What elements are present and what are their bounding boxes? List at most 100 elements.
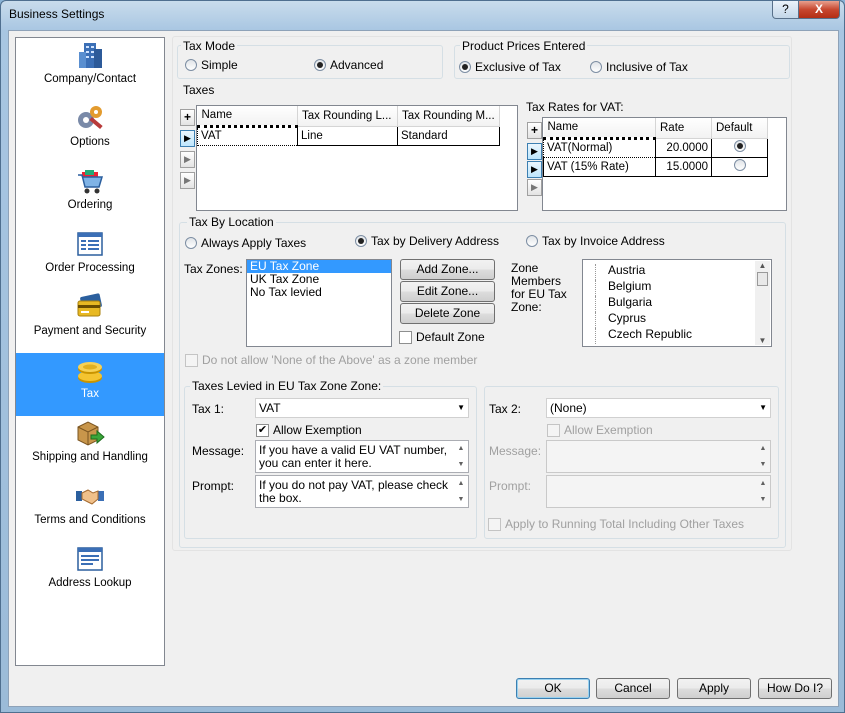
box-arrow-icon (77, 421, 105, 446)
sidebar-item-tax[interactable]: Tax (16, 353, 164, 416)
list-item[interactable]: Bulgaria (595, 296, 771, 312)
scroll-down-icon[interactable]: ▼ (755, 336, 770, 345)
sidebar-item-company-contact[interactable]: Company/Contact (16, 38, 164, 101)
sidebar-item-address-lookup[interactable]: Address Lookup (16, 542, 164, 605)
sidebar-item-payment-security[interactable]: Payment and Security (16, 290, 164, 353)
add-zone-button[interactable]: Add Zone... (400, 259, 495, 280)
message2-label: Message: (489, 444, 542, 458)
tax2-select[interactable]: (None) ▼ (546, 398, 771, 418)
table-row[interactable]: VAT (15% Rate) 15.0000 (543, 157, 768, 177)
scroll-down-icon[interactable]: ▼ (760, 458, 767, 471)
scroll-up-icon[interactable]: ▲ (760, 442, 767, 455)
list-item[interactable]: Belgium (595, 280, 771, 296)
add-tax-button[interactable]: + (180, 109, 195, 126)
scroll-up-icon[interactable]: ▲ (458, 477, 465, 490)
always-apply-radio[interactable]: Always Apply Taxes (185, 236, 306, 250)
scroll-up-icon[interactable]: ▲ (458, 442, 465, 455)
default-zone-label: Default Zone (416, 330, 485, 344)
col-header-rate-name[interactable]: Name (543, 118, 656, 139)
list-item[interactable]: Cyprus (595, 312, 771, 328)
memo-scrollbar[interactable]: ▲ ▼ (757, 442, 769, 471)
tax-last-icon[interactable]: ▶ (180, 172, 195, 189)
radio-indicator (526, 235, 538, 247)
zone-members-scrollbar[interactable]: ▲ ▼ (755, 261, 770, 345)
none-of-above-checkbox[interactable]: Do not allow 'None of the Above' as a zo… (185, 353, 477, 367)
tax-row-current-icon[interactable]: ▶ (180, 130, 195, 147)
sidebar-item-label: Shipping and Handling (32, 451, 148, 463)
help-button[interactable]: ? (772, 1, 799, 19)
invoice-address-radio[interactable]: Tax by Invoice Address (526, 234, 665, 248)
rate-name-cell[interactable]: VAT (15% Rate) (543, 157, 656, 177)
edit-zone-button[interactable]: Edit Zone... (400, 281, 495, 302)
zone-members-list[interactable]: Austria Belgium Bulgaria Cyprus Czech Re… (582, 259, 772, 347)
prompt-textarea[interactable]: If you do not pay VAT, please check the … (255, 475, 469, 508)
message2-textarea[interactable]: ▲ ▼ (546, 440, 771, 473)
memo-scrollbar[interactable]: ▲ ▼ (757, 477, 769, 506)
radio-indicator (185, 59, 197, 71)
handshake-icon (76, 489, 104, 505)
title-bar: Business Settings ? X (1, 1, 844, 29)
tax-zones-list[interactable]: EU Tax Zone UK Tax Zone No Tax levied (246, 259, 392, 347)
rate-row-current-icon[interactable]: ▶ (527, 143, 542, 160)
simple-radio[interactable]: Simple (185, 58, 238, 72)
col-header-rounding-method[interactable]: Tax Rounding M... (397, 106, 500, 127)
allow-exemption-checkbox[interactable]: ✔ Allow Exemption (256, 423, 362, 437)
close-button[interactable]: X (798, 1, 840, 19)
tax-name-cell[interactable]: VAT (197, 124, 298, 146)
shopping-cart-icon (78, 170, 104, 194)
scroll-down-icon[interactable]: ▼ (458, 493, 465, 506)
default-radio[interactable] (733, 159, 746, 171)
memo-scrollbar[interactable]: ▲ ▼ (455, 477, 467, 506)
col-header-name[interactable]: Name (197, 106, 298, 127)
checkbox-box (547, 423, 560, 437)
list-item[interactable]: Czech Republic (595, 328, 771, 344)
table-row[interactable]: VAT Line Standard (197, 124, 500, 146)
list-item[interactable]: No Tax levied (247, 286, 391, 299)
col-header-rounding-level[interactable]: Tax Rounding L... (297, 106, 398, 127)
apply-running-total-checkbox[interactable]: Apply to Running Total Including Other T… (488, 517, 744, 531)
rate-default-cell[interactable] (711, 157, 768, 177)
delete-zone-button[interactable]: Delete Zone (400, 303, 495, 324)
default-radio[interactable] (733, 140, 746, 152)
cancel-button[interactable]: Cancel (596, 678, 670, 699)
col-header-rate[interactable]: Rate (655, 118, 712, 139)
tax1-select[interactable]: VAT ▼ (255, 398, 469, 418)
scroll-up-icon[interactable]: ▲ (760, 477, 767, 490)
tax-next-icon[interactable]: ▶ (180, 151, 195, 168)
list-item[interactable]: Austria (595, 264, 771, 280)
rate-default-cell[interactable] (711, 138, 768, 158)
rate-value-cell[interactable]: 15.0000 (655, 157, 712, 177)
rate-value-cell[interactable]: 20.0000 (655, 138, 712, 158)
apply-button[interactable]: Apply (677, 678, 751, 699)
sidebar-item-terms-conditions[interactable]: Terms and Conditions (16, 479, 164, 542)
tax-rounding-method-cell[interactable]: Standard (397, 126, 500, 146)
delivery-address-radio[interactable]: Tax by Delivery Address (355, 234, 499, 248)
checkbox-box (488, 517, 501, 531)
exclusive-of-tax-radio[interactable]: Exclusive of Tax (459, 60, 561, 74)
allow-exemption2-checkbox[interactable]: Allow Exemption (547, 423, 653, 437)
how-do-i-button[interactable]: How Do I? (758, 678, 832, 699)
advanced-radio[interactable]: Advanced (314, 58, 383, 72)
sidebar-item-options[interactable]: Options (16, 101, 164, 164)
rate-next-icon[interactable]: ▶ (527, 161, 542, 178)
message-textarea[interactable]: If you have a valid EU VAT number, you c… (255, 440, 469, 473)
scroll-down-icon[interactable]: ▼ (458, 458, 465, 471)
sidebar-item-order-processing[interactable]: Order Processing (16, 227, 164, 290)
scroll-up-icon[interactable]: ▲ (755, 261, 770, 270)
rate-last-icon[interactable]: ▶ (527, 179, 542, 196)
rate-name-cell[interactable]: VAT(Normal) (543, 136, 656, 158)
inclusive-of-tax-radio[interactable]: Inclusive of Tax (590, 60, 688, 74)
ok-button[interactable]: OK (516, 678, 590, 699)
sidebar-item-ordering[interactable]: Ordering (16, 164, 164, 227)
tax-rounding-level-cell[interactable]: Line (297, 126, 398, 146)
scroll-down-icon[interactable]: ▼ (760, 493, 767, 506)
table-row[interactable]: VAT(Normal) 20.0000 (543, 136, 768, 158)
prompt2-textarea[interactable]: ▲ ▼ (546, 475, 771, 508)
zone-members-items: Austria Belgium Bulgaria Cyprus Czech Re… (583, 260, 771, 344)
col-header-default[interactable]: Default (711, 118, 768, 139)
sidebar-item-shipping-handling[interactable]: Shipping and Handling (16, 416, 164, 479)
scroll-thumb[interactable] (757, 272, 768, 286)
default-zone-checkbox[interactable]: Default Zone (399, 330, 485, 344)
add-rate-button[interactable]: + (527, 122, 542, 139)
memo-scrollbar[interactable]: ▲ ▼ (455, 442, 467, 471)
